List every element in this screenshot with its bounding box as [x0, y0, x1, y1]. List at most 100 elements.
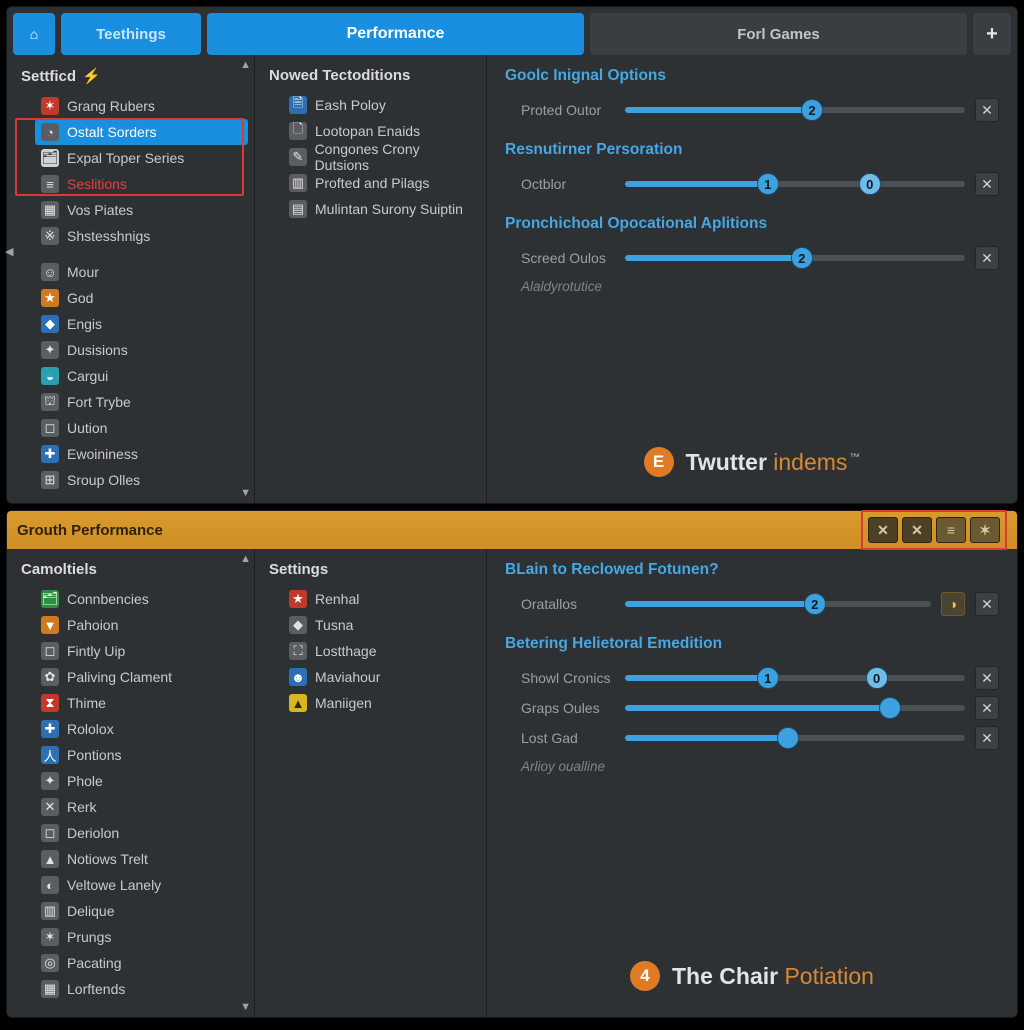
tree-item[interactable]: ▲Maniigen: [283, 690, 480, 716]
info-icon[interactable]: ◑: [941, 592, 965, 616]
item-icon: ⛫: [41, 393, 59, 411]
slider-knob[interactable]: 2: [801, 99, 823, 121]
scroll-up-icon[interactable]: ▲: [240, 553, 251, 565]
tree-item[interactable]: ✦Dusisions: [35, 337, 248, 363]
slider-knob[interactable]: 2: [791, 247, 813, 269]
bottom-mid-column: Settings ★Renhal◆Tusna⛶Lostthage☻Maviaho…: [255, 549, 487, 1017]
item-label: Maviahour: [315, 669, 380, 685]
tree-item[interactable]: ✶Prungs: [35, 924, 248, 950]
tree-item[interactable]: 人Pontions: [35, 742, 248, 768]
scroll-left-icon[interactable]: ◀: [5, 245, 13, 258]
item-icon: ◆: [41, 315, 59, 333]
tree-item[interactable]: ⊞Sroup Olles: [35, 467, 248, 493]
option-row: Octblor10✕: [505, 169, 999, 199]
tab-performance[interactable]: Performance: [207, 13, 584, 55]
tree-item[interactable]: ▼Pahoion: [35, 612, 248, 638]
tree-item[interactable]: 🗂Expal Toper Series: [35, 145, 248, 171]
close-icon[interactable]: ✕: [975, 246, 999, 270]
option-label: Oratallos: [505, 596, 615, 612]
close-icon[interactable]: ✕: [975, 592, 999, 616]
slider[interactable]: [625, 705, 965, 711]
tree-item[interactable]: 🗂Connbencies: [35, 586, 248, 612]
slider-knob[interactable]: 1: [757, 173, 779, 195]
slider[interactable]: 2: [625, 601, 931, 607]
tree-item[interactable]: ▥Delique: [35, 898, 248, 924]
tree-item[interactable]: ◆Tusna: [283, 612, 480, 638]
tree-item[interactable]: ◻Uution: [35, 415, 248, 441]
tree-item[interactable]: ★Renhal: [283, 586, 480, 612]
slider[interactable]: 2: [625, 107, 965, 113]
tree-item[interactable]: ≡Seslitions: [35, 171, 248, 197]
tree-item[interactable]: ✚Rololox: [35, 716, 248, 742]
tree-item[interactable]: ◎Pacating: [35, 950, 248, 976]
scroll-down-icon[interactable]: ▼: [240, 1001, 251, 1013]
tree-item[interactable]: ⛶Lostthage: [283, 638, 480, 664]
slider-knob[interactable]: [879, 697, 901, 719]
tree-item[interactable]: ◔Ostalt Sorders: [35, 119, 248, 145]
window-button[interactable]: ≡: [936, 517, 966, 543]
slider-knob-secondary[interactable]: 0: [866, 667, 888, 689]
item-icon: ◻: [41, 642, 59, 660]
tree-item[interactable]: ☺Mour: [35, 259, 248, 285]
item-icon: ✕: [41, 798, 59, 816]
tree-item[interactable]: 🗎Eash Poloy: [283, 92, 480, 118]
tab-home[interactable]: ⌂: [13, 13, 55, 55]
tree-item[interactable]: ▲Notiows Trelt: [35, 846, 248, 872]
tab-forgames[interactable]: Forl Games: [590, 13, 967, 55]
slider[interactable]: 10: [625, 181, 965, 187]
tab-settings[interactable]: Teethings: [61, 13, 201, 55]
option-row: Showl Cronics10✕: [505, 663, 999, 693]
tree-item[interactable]: ★God: [35, 285, 248, 311]
mid-tree: ★Renhal◆Tusna⛶Lostthage☻Maviahour▲Maniig…: [255, 586, 486, 722]
slider-knob[interactable]: 2: [804, 593, 826, 615]
window-button[interactable]: ✕: [868, 517, 898, 543]
close-icon[interactable]: ✕: [975, 98, 999, 122]
tree-item[interactable]: ✶Grang Rubers: [35, 93, 248, 119]
option-row: Lost Gad✕: [505, 723, 999, 753]
tree-item[interactable]: ※Shstesshnigs: [35, 223, 248, 249]
window-button[interactable]: ✕: [902, 517, 932, 543]
scroll-down-icon[interactable]: ▼: [240, 487, 251, 499]
item-label: Shstesshnigs: [67, 228, 150, 244]
tree-item[interactable]: ▦Lorftends: [35, 976, 248, 1002]
slider-knob[interactable]: [777, 727, 799, 749]
top-right-column: Goolc Inignal OptionsProted Outor2✕Resnu…: [487, 55, 1017, 503]
tree-item[interactable]: ▥Profted and Pilags: [283, 170, 480, 196]
item-label: Pontions: [67, 747, 121, 763]
tree-item[interactable]: ▤Mulintan Surony Suiptin: [283, 196, 480, 222]
item-label: Maniigen: [315, 695, 372, 711]
tree-item[interactable]: ▦Vos Piates: [35, 197, 248, 223]
tree-item[interactable]: ◻Fintly Uip: [35, 638, 248, 664]
tree-item[interactable]: ✿Paliving Clament: [35, 664, 248, 690]
item-icon: ≡: [41, 175, 59, 193]
tree-item[interactable]: ✚Ewoininess: [35, 441, 248, 467]
tree-item[interactable]: ✕Rerk: [35, 794, 248, 820]
tree-item[interactable]: ✎Congones Crony Dutsions: [283, 144, 480, 170]
tree-item[interactable]: ◒Cargui: [35, 363, 248, 389]
scroll-up-icon[interactable]: ▲: [240, 59, 251, 71]
close-icon[interactable]: ✕: [975, 726, 999, 750]
close-icon[interactable]: ✕: [975, 696, 999, 720]
tree-item[interactable]: ⛫Fort Trybe: [35, 389, 248, 415]
item-label: Tusna: [315, 617, 353, 633]
window-buttons: ✕✕≡✶: [865, 514, 1003, 546]
tree-item[interactable]: ◻Deriolon: [35, 820, 248, 846]
tab-add[interactable]: +: [973, 13, 1011, 55]
slider[interactable]: 2: [625, 255, 965, 261]
tree-item[interactable]: ✦Phole: [35, 768, 248, 794]
item-label: Prungs: [67, 929, 111, 945]
slider-knob-secondary[interactable]: 0: [859, 173, 881, 195]
window-button[interactable]: ✶: [970, 517, 1000, 543]
tree-item[interactable]: ◐Veltowe Lanely: [35, 872, 248, 898]
tree-item[interactable]: ◆Engis: [35, 311, 248, 337]
option-label: Screed Oulos: [505, 250, 615, 266]
close-icon[interactable]: ✕: [975, 172, 999, 196]
tree-item[interactable]: ☻Maviahour: [283, 664, 480, 690]
tree-item[interactable]: ⧗Thime: [35, 690, 248, 716]
slider-knob[interactable]: 1: [757, 667, 779, 689]
close-icon[interactable]: ✕: [975, 666, 999, 690]
slider[interactable]: 10: [625, 675, 965, 681]
slider[interactable]: [625, 735, 965, 741]
item-label: Eash Poloy: [315, 97, 386, 113]
item-label: Pahoion: [67, 617, 118, 633]
